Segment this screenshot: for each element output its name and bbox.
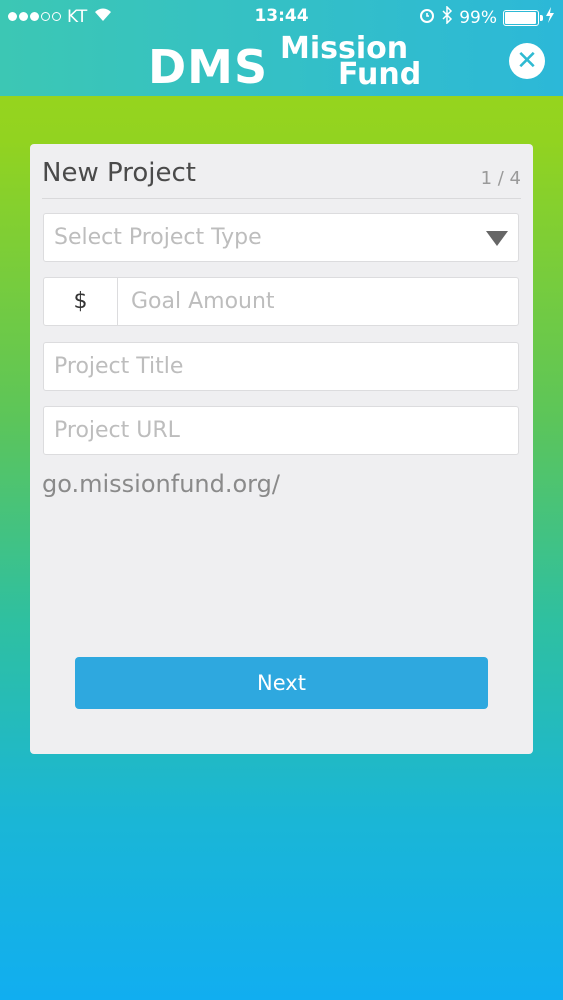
mission-fund-logo: Mission Fund	[280, 34, 421, 90]
dropdown-arrow-icon	[486, 231, 508, 246]
close-button[interactable]: ✕	[509, 43, 545, 79]
dms-logo: DMS	[148, 40, 269, 94]
project-type-select[interactable]: Select Project Type	[43, 213, 519, 262]
app-logo-row: DMS Mission Fund ✕	[0, 34, 563, 94]
divider	[42, 198, 521, 199]
charging-icon	[545, 7, 555, 28]
battery-icon	[503, 9, 543, 26]
project-title-input[interactable]: Project Title	[43, 342, 519, 391]
goal-amount-group: $ Goal Amount	[43, 277, 519, 326]
currency-symbol: $	[44, 278, 118, 325]
step-indicator: 1 / 4	[480, 168, 521, 189]
project-url-input[interactable]: Project URL	[43, 406, 519, 455]
alarm-icon	[419, 7, 435, 28]
goal-amount-input[interactable]: Goal Amount	[118, 289, 275, 314]
status-right: 99%	[419, 5, 555, 29]
next-button[interactable]: Next	[75, 657, 488, 709]
status-bar: KT 13:44 99%	[0, 0, 563, 34]
new-project-card: New Project 1 / 4 Select Project Type $ …	[30, 144, 533, 754]
close-icon: ✕	[516, 46, 538, 76]
bluetooth-icon	[441, 5, 453, 29]
project-title-placeholder: Project Title	[54, 354, 184, 379]
project-type-placeholder: Select Project Type	[54, 225, 262, 250]
url-prefix-hint: go.missionfund.org/	[42, 470, 280, 498]
project-url-placeholder: Project URL	[54, 418, 180, 443]
battery-percent: 99%	[459, 7, 497, 28]
page-title: New Project	[42, 158, 196, 188]
